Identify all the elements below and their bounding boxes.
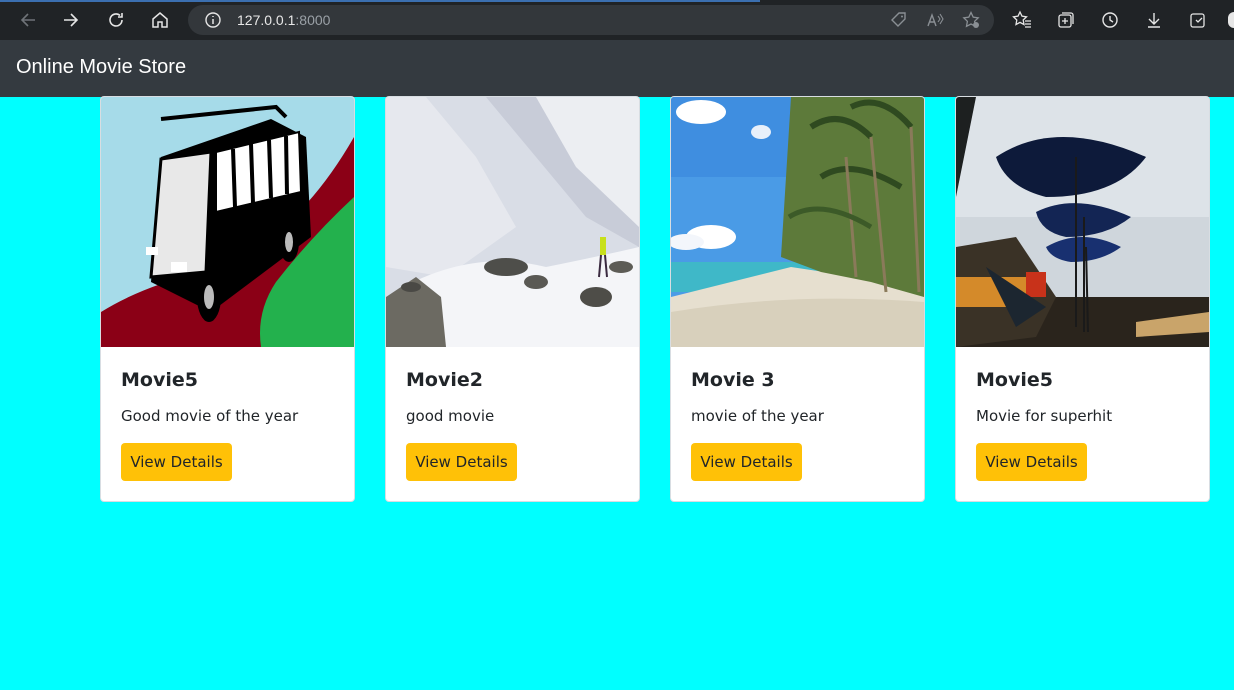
address-bar[interactable]: 127.0.0.1:8000 [188,5,994,35]
movie-description: Movie for superhit [976,407,1113,425]
movie-poster-beach [671,97,924,347]
info-icon[interactable] [204,11,222,29]
movie-description: Good movie of the year [121,407,299,425]
refresh-icon [109,13,123,27]
movie-poster-mountain [386,97,639,347]
forward-button[interactable] [58,7,84,33]
movie-description: good movie [406,407,495,425]
movie-title: Movie5 [121,369,198,391]
view-details-button[interactable]: View Details [121,443,232,481]
read-aloud-icon[interactable] [926,11,944,29]
url-host: 127.0.0.1 [237,12,296,28]
movie-card: Movie2 good movie View Details [385,96,640,502]
movie-title: Movie 3 [691,369,775,391]
profile-avatar[interactable] [1228,12,1234,28]
movie-title: Movie2 [406,369,483,391]
brand-title[interactable]: Online Movie Store [16,56,186,79]
movie-card: Movie5 Good movie of the year View Detai… [100,96,355,502]
view-details-button[interactable]: View Details [406,443,517,481]
movie-card: Movie5 Movie for superhit View Details [955,96,1210,502]
browser-toolbar: 127.0.0.1:8000 [0,0,1234,40]
arrow-right-icon [64,13,79,27]
view-details-button[interactable]: View Details [976,443,1087,481]
collections-icon[interactable] [1056,10,1076,30]
movie-description: movie of the year [691,407,824,425]
movie-title: Movie5 [976,369,1053,391]
url-port: :8000 [295,12,331,28]
favorites-icon[interactable] [1012,10,1032,30]
home-button[interactable] [147,7,173,33]
view-details-button[interactable]: View Details [691,443,802,481]
tab-strip-accent [0,0,760,2]
arrow-left-icon [20,13,35,27]
back-button[interactable] [15,7,41,33]
add-favorite-icon[interactable] [962,11,980,29]
downloads-icon[interactable] [1144,10,1164,30]
tag-icon[interactable] [890,11,908,29]
history-icon[interactable] [1100,10,1120,30]
movie-card: Movie 3 movie of the year View Details [670,96,925,502]
reload-button[interactable] [103,7,129,33]
url-text[interactable]: 127.0.0.1:8000 [237,12,330,28]
movie-poster-bus [101,97,354,347]
home-icon [152,12,168,28]
navbar: Online Movie Store [0,40,1234,97]
movie-poster-umbrellas [956,97,1209,347]
extensions-icon[interactable] [1188,10,1208,30]
